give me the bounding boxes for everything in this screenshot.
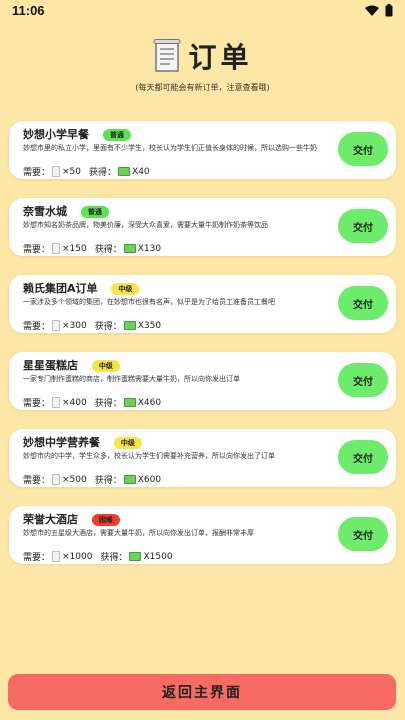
order-card: 星星蛋糕店 中级 一家专门制作蛋糕的商店，制作蛋糕需要大量牛奶，所以向你发出订单… — [9, 352, 396, 410]
need-label: 需要： — [23, 399, 51, 409]
order-requirements: 需要： ×300 获得： X350 — [23, 319, 161, 332]
deliver-button[interactable]: 交付 — [338, 517, 388, 551]
reward-amount: X460 — [137, 397, 162, 408]
paper-icon — [52, 551, 61, 562]
difficulty-badge: 中级 — [113, 437, 142, 449]
order-card: 赖氏集团A订单 中级 一家涉及多个领域的集团，在妙想市也很有名声，似乎是为了给员… — [9, 275, 396, 333]
need-label: 需要： — [23, 322, 51, 332]
need-quantity: ×150 — [62, 243, 87, 254]
wifi-icon — [365, 5, 379, 16]
need-label: 需要： — [23, 168, 51, 178]
deliver-button[interactable]: 交付 — [338, 286, 388, 320]
page-header: 订单 (每天都可能会有新订单，注意查看哦) — [0, 36, 405, 93]
paper-icon — [52, 397, 61, 408]
need-label: 需要： — [23, 245, 51, 255]
order-name: 妙想中学营养餐 — [23, 436, 100, 449]
deliver-button[interactable]: 交付 — [338, 363, 388, 397]
paper-icon — [52, 166, 61, 177]
order-description: 妙想市里的私立小学，里面有不少学生，校长认为学生们正值长身体的时候，所以选购一些… — [23, 144, 317, 152]
reward-label: 获得： — [94, 399, 122, 409]
deliver-button[interactable]: 交付 — [338, 209, 388, 243]
order-card: 荣誉大酒店 困难 妙想市的五星级大酒店，需要大量牛奶，所以向你发出订单，报酬非常… — [9, 506, 396, 564]
need-quantity: ×500 — [62, 474, 87, 485]
reward-amount: X600 — [137, 474, 162, 485]
reward-label: 获得： — [89, 168, 117, 178]
receipt-icon — [153, 39, 181, 72]
need-label: 需要： — [23, 553, 51, 563]
status-bar: 11:06 — [0, 0, 405, 22]
reward-amount: X40 — [132, 166, 150, 177]
difficulty-badge: 普通 — [102, 129, 131, 141]
paper-icon — [52, 474, 61, 485]
order-description: 妙想市的五星级大酒店，需要大量牛奶，所以向你发出订单，报酬非常丰厚 — [23, 529, 254, 537]
need-quantity: ×300 — [62, 320, 87, 331]
difficulty-badge: 中级 — [91, 360, 120, 372]
order-description: 一家涉及多个领域的集团，在妙想市也很有名声，似乎是为了给员工准备员工餐吧 — [23, 298, 275, 306]
order-requirements: 需要： ×150 获得： X130 — [23, 242, 161, 255]
status-time: 11:06 — [12, 3, 45, 18]
need-quantity: ×400 — [62, 397, 87, 408]
order-name: 妙想小学早餐 — [23, 128, 89, 141]
cash-icon — [129, 552, 142, 561]
reward-label: 获得： — [100, 553, 128, 563]
reward-label: 获得： — [94, 476, 122, 486]
order-card: 妙想中学营养餐 中级 妙想市内的中学，学生众多，校长认为学生们需要补充营养，所以… — [9, 429, 396, 487]
page-title: 订单 — [188, 41, 253, 74]
order-name: 赖氏集团A订单 — [23, 282, 98, 295]
order-card: 妙想小学早餐 普通 妙想市里的私立小学，里面有不少学生，校长认为学生们正值长身体… — [9, 121, 396, 179]
order-name: 荣誉大酒店 — [23, 513, 78, 526]
cash-icon — [123, 321, 136, 330]
reward-amount: X130 — [137, 243, 162, 254]
order-name: 奈雪水城 — [23, 205, 67, 218]
order-requirements: 需要： ×1000 获得： X1500 — [23, 550, 173, 563]
difficulty-badge: 困难 — [91, 514, 120, 526]
battery-icon — [385, 4, 393, 17]
order-requirements: 需要： ×500 获得： X600 — [23, 473, 161, 486]
deliver-button[interactable]: 交付 — [338, 132, 388, 166]
back-to-main-button[interactable]: 返回主界面 — [8, 674, 396, 710]
cash-icon — [123, 398, 136, 407]
order-description: 妙想市内的中学，学生众多，校长认为学生们需要补充营养，所以向你发出了订单 — [23, 452, 275, 460]
cash-icon — [118, 167, 131, 176]
order-requirements: 需要： ×50 获得： X40 — [23, 165, 150, 178]
order-name: 星星蛋糕店 — [23, 359, 78, 372]
order-card: 奈雪水城 普通 妙想市知名奶茶品牌，物美价廉，深受大众喜爱，需要大量牛奶制作奶茶… — [9, 198, 396, 256]
need-quantity: ×1000 — [62, 551, 93, 562]
order-description: 妙想市知名奶茶品牌，物美价廉，深受大众喜爱，需要大量牛奶制作奶茶等饮品 — [23, 221, 268, 229]
difficulty-badge: 普通 — [80, 206, 109, 218]
reward-amount: X1500 — [143, 551, 173, 562]
order-requirements: 需要： ×400 获得： X460 — [23, 396, 161, 409]
reward-label: 获得： — [94, 322, 122, 332]
paper-icon — [52, 243, 61, 254]
need-label: 需要： — [23, 476, 51, 486]
page-subtitle: (每天都可能会有新订单，注意查看哦) — [135, 83, 270, 92]
status-icons — [365, 4, 393, 17]
order-description: 一家专门制作蛋糕的商店，制作蛋糕需要大量牛奶，所以向你发出订单 — [23, 375, 240, 383]
cash-icon — [123, 475, 136, 484]
deliver-button[interactable]: 交付 — [338, 440, 388, 474]
paper-icon — [52, 320, 61, 331]
difficulty-badge: 中级 — [111, 283, 140, 295]
reward-amount: X350 — [137, 320, 162, 331]
reward-label: 获得： — [94, 245, 122, 255]
cash-icon — [123, 244, 136, 253]
need-quantity: ×50 — [62, 166, 82, 177]
